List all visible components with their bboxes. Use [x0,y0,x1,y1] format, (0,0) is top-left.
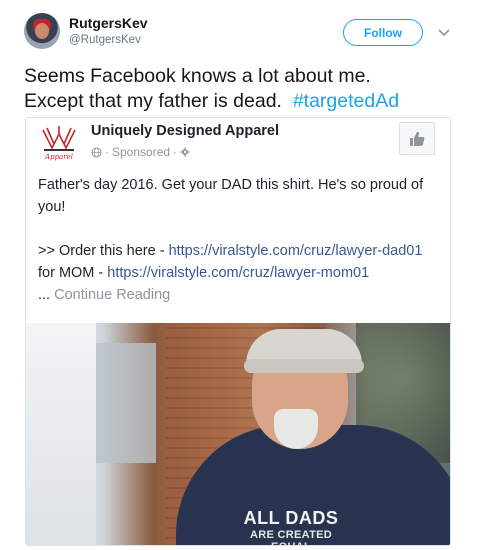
shirt-print-line-2: ARE CREATED EQUAL [250,529,332,545]
tweet-text: Seems Facebook knows a lot about me. Exc… [24,64,464,114]
globe-icon [91,146,102,158]
ad-body-line: Father's day 2016. Get your DAD this shi… [38,177,424,215]
order-dad-link[interactable]: https://viralstyle.com/cruz/lawyer-dad01 [169,243,423,259]
tweet-text-line-1: Seems Facebook knows a lot about me. [24,65,371,87]
separator-dot: · [173,145,178,159]
mom-line: for MOM - https://viralstyle.com/cruz/la… [38,262,443,284]
separator-dot: · [105,145,109,159]
order-line: >> Order this here - https://viralstyle.… [38,240,443,262]
sponsored-label: · Sponsored · [91,145,190,159]
order-mom-link[interactable]: https://viralstyle.com/cruz/lawyer-mom01 [107,265,369,281]
embedded-ad-card[interactable]: Apparel Uniquely Designed Apparel · Spon… [25,117,451,546]
shirt-print-line-1: ALL DADS [243,508,339,528]
avatar[interactable] [24,13,60,49]
like-page-button[interactable] [399,122,435,155]
user-handle[interactable]: @RutgersKev [69,34,141,46]
brand-logo[interactable]: Apparel [38,122,80,164]
continue-reading-link[interactable]: Continue Reading [54,287,170,303]
svg-text:Apparel: Apparel [44,153,73,161]
tweet-text-line-2: Except that my father is dead. #targeted… [24,89,464,114]
mom-prefix: for MOM - [38,265,108,281]
continue-line: ... Continue Reading [38,284,443,306]
tweet-text-line-2-main: Except that my father is dead. [24,90,282,112]
follow-button[interactable]: Follow [343,19,423,46]
chevron-down-icon[interactable] [437,25,451,39]
gear-icon[interactable] [180,147,190,157]
continue-prefix: ... [38,287,55,303]
ad-body: Father's day 2016. Get your DAD this shi… [38,174,443,306]
order-prefix: >> Order this here - [38,243,169,259]
ad-photo[interactable]: ALL DADS ARE CREATED EQUAL [26,323,450,545]
thumbs-up-icon [410,131,425,146]
display-name[interactable]: RutgersKev [69,15,148,31]
page-name[interactable]: Uniquely Designed Apparel [91,123,279,139]
hashtag-link[interactable]: #targetedAd [293,90,399,112]
sponsored-text: Sponsored [112,145,171,159]
